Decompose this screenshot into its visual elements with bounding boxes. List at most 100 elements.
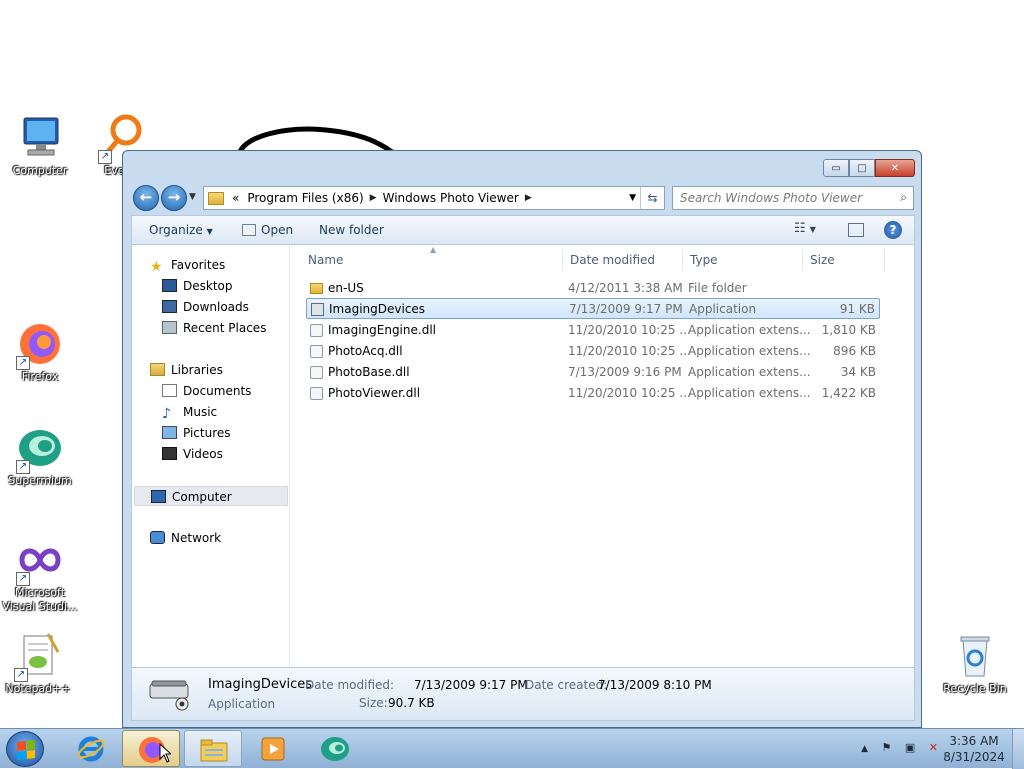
search-input[interactable]: Search Windows Photo Viewer ⌕ xyxy=(672,186,914,210)
recent-pages-dropdown-icon[interactable]: ▼ xyxy=(189,192,196,202)
nav-label: Computer xyxy=(172,490,232,504)
help-icon[interactable]: ? xyxy=(884,221,902,239)
documents-icon xyxy=(162,384,177,397)
column-divider[interactable] xyxy=(802,249,803,271)
column-divider[interactable] xyxy=(562,249,563,271)
nav-label: Pictures xyxy=(183,426,231,440)
file-type: Application extens... xyxy=(688,365,811,379)
desktop-icon-label: Recycle Bin xyxy=(943,682,1007,695)
address-dropdown-icon[interactable]: ▼ xyxy=(629,193,636,203)
network-status-icon[interactable]: ▣ xyxy=(905,741,915,754)
new-folder-button[interactable]: New folder xyxy=(319,223,384,237)
column-header-type[interactable]: Type xyxy=(690,253,718,271)
forward-button[interactable]: → xyxy=(161,185,187,211)
column-divider[interactable] xyxy=(682,249,683,271)
nav-label: Recent Places xyxy=(183,321,267,335)
desktop-icon-label: Microsoft Visual Studi... xyxy=(2,586,78,613)
taskbar: ▲ ⚑ ▣ ✕ 3:36 AM 8/31/2024 xyxy=(0,728,1024,769)
nav-label: Downloads xyxy=(183,300,249,314)
column-header-name[interactable]: Name xyxy=(308,253,343,271)
desktop-icon-visual-studio[interactable]: ↗ Microsoft Visual Studi... xyxy=(2,536,78,614)
address-overflow[interactable]: « xyxy=(232,191,239,205)
file-row[interactable]: PhotoViewer.dll 11/20/2010 10:25 ... App… xyxy=(306,383,880,404)
file-size: 1,422 KB xyxy=(821,386,876,400)
volume-muted-icon[interactable]: ✕ xyxy=(929,741,938,754)
desktop-icon-firefox[interactable]: ↗ Firefox xyxy=(2,320,78,384)
column-header-size[interactable]: Size xyxy=(810,253,835,271)
breadcrumb-chevron-icon[interactable]: ▶ xyxy=(525,193,532,203)
maximize-button[interactable]: □ xyxy=(849,159,875,177)
nav-pictures[interactable]: Pictures xyxy=(162,423,231,443)
desktop-icon-computer[interactable]: Computer xyxy=(2,114,78,178)
computer-icon xyxy=(16,114,64,162)
nav-videos[interactable]: Videos xyxy=(162,444,223,464)
close-button[interactable]: ✕ xyxy=(875,159,915,177)
clock[interactable]: 3:36 AM 8/31/2024 xyxy=(942,733,1006,765)
taskbar-firefox[interactable] xyxy=(122,730,180,767)
file-type: Application xyxy=(689,302,757,316)
breadcrumb-windows-photo-viewer[interactable]: Windows Photo Viewer xyxy=(383,191,519,205)
column-divider[interactable] xyxy=(884,249,885,271)
action-center-flag-icon[interactable]: ⚑ xyxy=(882,741,892,754)
mouse-cursor-icon xyxy=(159,743,171,763)
dll-file-icon xyxy=(310,345,323,358)
change-view-button[interactable]: ☷ ▼ xyxy=(794,221,816,236)
show-hidden-icons-icon[interactable]: ▲ xyxy=(861,744,868,754)
preview-pane-button[interactable] xyxy=(848,223,864,237)
taskbar-media-player[interactable] xyxy=(244,730,302,767)
shortcut-arrow-icon: ↗ xyxy=(16,356,30,370)
file-row[interactable]: en-US 4/12/2011 3:38 AM File folder xyxy=(306,278,880,299)
computer-icon xyxy=(151,490,166,503)
file-row[interactable]: PhotoBase.dll 7/13/2009 9:16 PM Applicat… xyxy=(306,362,880,383)
dll-file-icon xyxy=(310,387,323,400)
navigation-row: ← → ▼ « Program Files (x86) ▶ Windows Ph… xyxy=(131,185,915,211)
nav-music[interactable]: ♪ Music xyxy=(162,402,217,422)
details-pane: ImagingDevices Application Date modified… xyxy=(131,667,915,721)
title-bar[interactable]: ▭ □ ✕ xyxy=(123,151,921,185)
address-bar[interactable]: « Program Files (x86) ▶ Windows Photo Vi… xyxy=(203,186,665,210)
desktop-icon xyxy=(162,279,177,292)
breadcrumb-program-files[interactable]: Program Files (x86) xyxy=(247,191,363,205)
refresh-button[interactable]: ⇆ xyxy=(640,187,664,209)
media-player-icon xyxy=(261,737,285,761)
nav-network[interactable]: Network xyxy=(150,528,221,548)
desktop-icon-notepadpp[interactable]: ↗ Notepad++ xyxy=(0,632,76,696)
nav-label: Documents xyxy=(183,384,252,398)
search-icon[interactable]: ⌕ xyxy=(900,190,907,205)
taskbar-supermium[interactable] xyxy=(306,730,364,767)
minimize-button[interactable]: ▭ xyxy=(823,159,849,177)
breadcrumb-chevron-icon[interactable]: ▶ xyxy=(370,193,377,203)
firefox-icon: ↗ xyxy=(16,320,64,370)
nav-label: Network xyxy=(171,531,222,545)
nav-favorites[interactable]: ★ Favorites xyxy=(150,255,225,275)
organize-button[interactable]: Organize ▼ xyxy=(149,223,213,237)
desktop-icon-supermium[interactable]: ↗ Supermium xyxy=(2,424,78,488)
file-type: Application extens... xyxy=(688,344,811,358)
supermium-icon: ↗ xyxy=(16,424,64,474)
desktop-icon-label: Computer xyxy=(12,164,68,177)
nav-computer[interactable]: Computer xyxy=(134,486,288,506)
desktop-icon-label: Supermium xyxy=(8,474,72,487)
show-desktop-button[interactable] xyxy=(1012,729,1024,769)
back-button[interactable]: ← xyxy=(133,185,159,211)
recent-places-icon xyxy=(162,321,177,334)
file-row-selected[interactable]: ImagingDevices 7/13/2009 9:17 PM Applica… xyxy=(306,298,880,319)
open-button[interactable]: Open xyxy=(242,223,293,237)
nav-downloads[interactable]: Downloads xyxy=(162,297,249,317)
shortcut-arrow-icon: ↗ xyxy=(16,460,30,474)
details-date-created: 7/13/2009 8:10 PM xyxy=(598,678,712,692)
nav-documents[interactable]: Documents xyxy=(162,381,251,401)
details-size: 90.7 KB xyxy=(388,696,435,710)
column-header-date-modified[interactable]: Date modified xyxy=(570,253,655,271)
nav-recent-places[interactable]: Recent Places xyxy=(162,318,266,338)
taskbar-windows-explorer[interactable] xyxy=(184,730,242,767)
shortcut-arrow-icon: ↗ xyxy=(16,572,30,586)
file-row[interactable]: PhotoAcq.dll 11/20/2010 10:25 ... Applic… xyxy=(306,341,880,362)
start-button[interactable] xyxy=(6,731,44,767)
nav-desktop[interactable]: Desktop xyxy=(162,276,233,296)
taskbar-internet-explorer[interactable] xyxy=(62,730,120,767)
desktop-icon-recycle-bin[interactable]: Recycle Bin xyxy=(937,632,1013,696)
nav-libraries[interactable]: Libraries xyxy=(150,360,223,380)
clock-date: 8/31/2024 xyxy=(943,750,1005,764)
file-row[interactable]: ImagingEngine.dll 11/20/2010 10:25 ... A… xyxy=(306,320,880,341)
